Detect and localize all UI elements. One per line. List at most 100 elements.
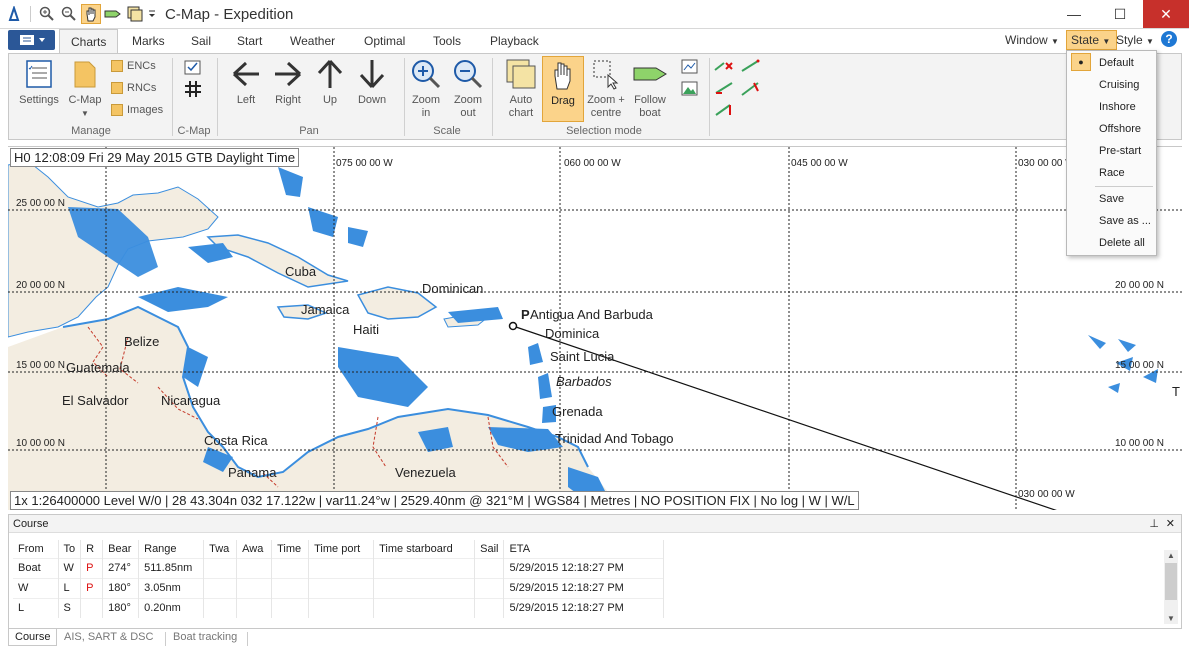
cell-eta: 5/29/2015 12:18:27 PM [503,577,665,598]
column-header[interactable]: To [58,540,82,558]
column-header[interactable]: Range [138,540,205,558]
cell-time [271,597,310,618]
route-tool-3-button[interactable] [713,81,735,99]
route-tool-2-button[interactable] [739,59,761,77]
tab-boat-tracking[interactable]: Boat tracking [167,629,243,645]
column-header[interactable]: Awa [236,540,273,558]
state-menu-button[interactable]: State ▼ [1066,30,1118,50]
zoom-out-icon[interactable] [59,4,79,24]
ribbon-separator [217,58,218,136]
group-pan-label: Pan [299,125,319,137]
table-row[interactable]: W L P 180° 3.05nm 5/29/2015 12:18:27 PM [13,577,665,598]
column-header[interactable]: ETA [503,540,665,558]
follow-boat-label-1: Follow [634,94,666,106]
scrollbar-thumb[interactable] [1165,563,1177,600]
menu-item-cruising[interactable]: Cruising [1099,79,1139,91]
tab-sail[interactable]: Sail [191,34,211,48]
menu-item-pre-start[interactable]: Pre-start [1099,145,1141,157]
tab-optimal[interactable]: Optimal [364,34,405,48]
cell-time [271,557,310,578]
column-header[interactable]: Sail [474,540,505,558]
menu-item-save-as[interactable]: Save as ... [1099,215,1151,227]
minimize-button[interactable]: — [1051,0,1097,28]
menu-item-save[interactable]: Save [1099,193,1124,205]
file-menu-button[interactable] [8,30,55,50]
menu-item-default[interactable]: Default [1099,57,1134,69]
column-header[interactable]: Time port [308,540,375,558]
menu-separator [1095,186,1153,187]
auto-chart-button[interactable]: Auto chart [501,58,541,120]
tab-start[interactable]: Start [237,34,262,48]
pan-down-button[interactable]: Down [353,58,391,107]
column-header[interactable]: Time starboard [373,540,476,558]
menu-item-delete-all[interactable]: Delete all [1099,237,1145,249]
image-layer-button[interactable] [679,81,701,101]
style-menu[interactable]: Style ▼ [1116,33,1154,47]
time-readout: H0 12:08:09 Fri 29 May 2015 GTB Daylight… [10,148,300,167]
checklist-button[interactable] [181,60,205,80]
grid-button[interactable] [181,80,205,102]
tab-weather[interactable]: Weather [290,34,335,48]
maximize-button[interactable]: ☐ [1097,0,1143,28]
pan-up-button[interactable]: Up [311,58,349,107]
chart-layer-button[interactable] [679,59,701,79]
pan-left-button[interactable]: Left [227,58,265,107]
tab-ais-sart-dsc[interactable]: AIS, SART & DSC [58,629,159,645]
column-header[interactable]: Time [271,540,310,558]
zoom-in-icon[interactable] [37,4,57,24]
tab-playback[interactable]: Playback [490,34,539,48]
pin-icon[interactable]: ⊥ [1149,517,1159,530]
close-button[interactable]: ✕ [1143,0,1189,28]
tab-charts[interactable]: Charts [59,29,119,54]
route-tool-5-button[interactable] [713,103,735,121]
follow-boat-button[interactable]: Follow boat [629,58,671,120]
close-panel-icon[interactable]: ✕ [1166,517,1175,530]
lon-label: 075 00 00 W [336,158,393,169]
hand-icon[interactable] [81,4,101,24]
place-label: Guatemala [66,360,130,375]
settings-button[interactable]: Settings [13,58,65,107]
cell-awa [236,577,273,598]
table-row[interactable]: L S 180° 0.20nm 5/29/2015 12:18:27 PM [13,597,665,618]
zoom-in-label-1: Zoom [411,94,441,106]
tab-marks[interactable]: Marks [132,34,165,48]
drag-button[interactable]: Drag [542,56,584,122]
column-header[interactable]: R [80,540,104,558]
qa-dropdown-icon[interactable] [147,4,157,24]
zoom-in-button[interactable]: Zoom in [407,58,445,120]
menu-item-race[interactable]: Race [1099,167,1125,179]
tab-course[interactable]: Course [8,629,58,646]
menu-item-inshore[interactable]: Inshore [1099,101,1136,113]
place-label: Trinidad And Tobago [555,431,674,446]
column-header[interactable]: From [13,540,59,558]
zoom-out-icon [454,60,483,89]
cell-time-port [308,577,375,598]
window-menu[interactable]: Window ▼ [1005,33,1059,47]
route-start-mark[interactable] [508,321,518,331]
cell-awa [236,597,273,618]
route-tool-1-button[interactable] [713,59,735,77]
pan-right-button[interactable]: Right [269,58,307,107]
cell-time-starboard [373,597,476,618]
column-header[interactable]: Twa [203,540,238,558]
auto-chart-icon[interactable] [125,4,145,24]
app-logo-icon[interactable] [4,4,24,24]
scroll-down-icon[interactable]: ▼ [1167,614,1175,623]
menu-item-offshore[interactable]: Offshore [1099,123,1141,135]
images-button[interactable]: Images [111,104,163,116]
vertical-scrollbar[interactable]: ▲ ▼ [1164,550,1178,624]
help-icon[interactable]: ? [1161,31,1177,47]
column-header[interactable]: Bear [102,540,140,558]
scroll-up-icon[interactable]: ▲ [1167,551,1175,560]
zoom-centre-button[interactable]: Zoom + centre [585,58,627,120]
rncs-label: RNCs [127,82,157,94]
table-row[interactable]: Boat W P 274° 511.85nm 5/29/2015 12:18:2… [13,557,665,578]
chart-view[interactable]: 075 00 00 W 060 00 00 W 045 00 00 W 030 … [8,146,1182,510]
encs-button[interactable]: ENCs [111,60,156,72]
rncs-button[interactable]: RNCs [111,82,156,94]
tab-tools[interactable]: Tools [433,34,461,48]
zoom-out-button[interactable]: Zoom out [449,58,487,120]
route-tool-4-button[interactable] [739,81,761,101]
boat-icon[interactable] [103,4,123,24]
cmap-button[interactable]: C-Map ▼ [65,58,105,120]
